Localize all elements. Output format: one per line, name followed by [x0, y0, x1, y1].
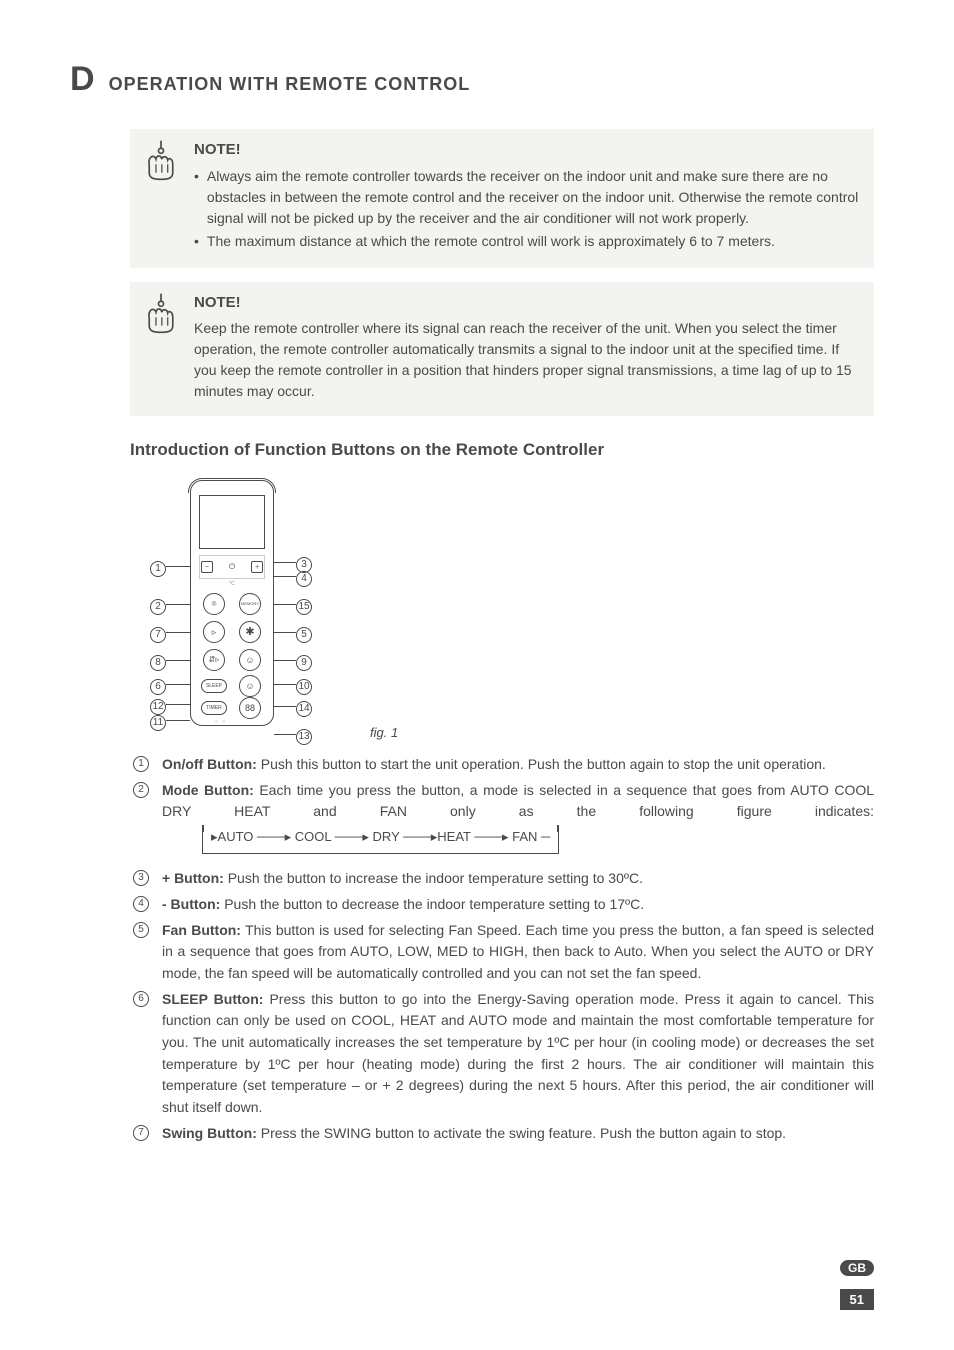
section-title: OPERATION WITH REMOTE CONTROL	[109, 74, 471, 95]
note-heading: NOTE!	[194, 292, 860, 315]
list-item: 2 Mode Button: Each time you press the b…	[130, 780, 874, 865]
note-bullet: •The maximum distance at which the remot…	[194, 231, 860, 252]
note-text: The maximum distance at which the remote…	[207, 231, 775, 252]
list-item: 5 Fan Button: This button is used for se…	[130, 920, 874, 985]
note-icon	[144, 139, 180, 254]
figure-caption: fig. 1	[370, 725, 398, 740]
list-item: 4 - Button: Push the button to decrease …	[130, 894, 874, 916]
note-icon	[144, 292, 180, 403]
section-header: D OPERATION WITH REMOTE CONTROL	[70, 60, 874, 99]
list-item: 6 SLEEP Button: Press this button to go …	[130, 989, 874, 1119]
section-letter: D	[70, 60, 95, 99]
list-item: 7 Swing Button: Press the SWING button t…	[130, 1123, 874, 1145]
note-content: NOTE! •Always aim the remote controller …	[194, 139, 860, 254]
intro-heading: Introduction of Function Buttons on the …	[130, 440, 874, 460]
note-box-2: NOTE! Keep the remote controller where i…	[130, 282, 874, 417]
note-content: NOTE! Keep the remote controller where i…	[194, 292, 860, 403]
note-text: Always aim the remote controller towards…	[207, 166, 860, 229]
page-number: 51	[840, 1289, 874, 1310]
remote-figure: − ⏻ + °C ◎ MEMORY ▹ ✱ ⇵▹ ☺ SLEEP ☺ TIMER…	[120, 474, 874, 744]
note-bullet: •Always aim the remote controller toward…	[194, 166, 860, 229]
button-description-list: 1 On/off Button: Push this button to sta…	[130, 754, 874, 1144]
note-text: Keep the remote controller where its sig…	[194, 318, 860, 402]
list-item: 3 + Button: Push the button to increase …	[130, 868, 874, 890]
mode-flow-diagram: ▸AUTO ───▸ COOL ───▸ DRY ───▸HEAT ───▸ F…	[202, 825, 559, 854]
list-item: 1 On/off Button: Push this button to sta…	[130, 754, 874, 776]
language-badge: GB	[840, 1260, 874, 1276]
note-box-1: NOTE! •Always aim the remote controller …	[130, 129, 874, 268]
note-heading: NOTE!	[194, 139, 860, 162]
